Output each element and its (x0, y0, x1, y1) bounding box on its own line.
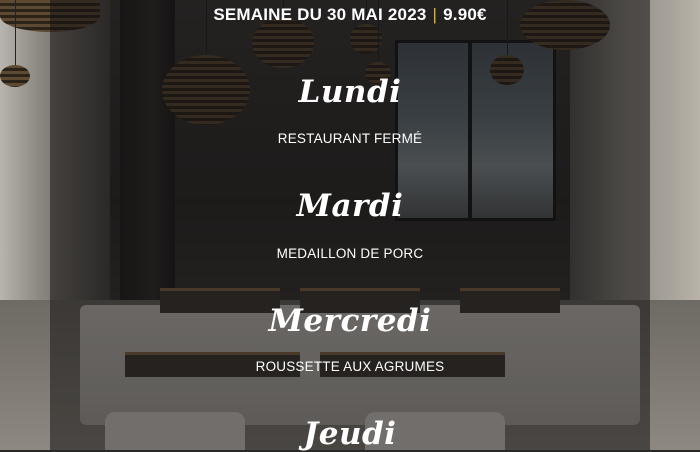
week-label: SEMAINE DU 30 MAI 2023 (213, 5, 427, 24)
menu-price: 9.90€ (443, 5, 487, 24)
dish-mercredi: ROUSSETTE AUX AGRUMES (255, 359, 445, 374)
dish-mardi: MEDAILLON DE PORC (276, 246, 424, 261)
menu-header: SEMAINE DU 30 MAI 2023 | 9.90€ (0, 5, 700, 25)
day-title-lundi: Lundi (298, 74, 402, 110)
header-separator: | (432, 5, 438, 24)
day-title-mercredi: Mercredi (268, 303, 432, 339)
weekly-menu: SEMAINE DU 30 MAI 2023 | 9.90€ Lundi RESTA… (0, 0, 700, 452)
day-title-mardi: Mardi (296, 188, 404, 224)
day-title-jeudi: Jeudi (303, 416, 397, 452)
dish-lundi: RESTAURANT FERMÉ (277, 131, 423, 146)
